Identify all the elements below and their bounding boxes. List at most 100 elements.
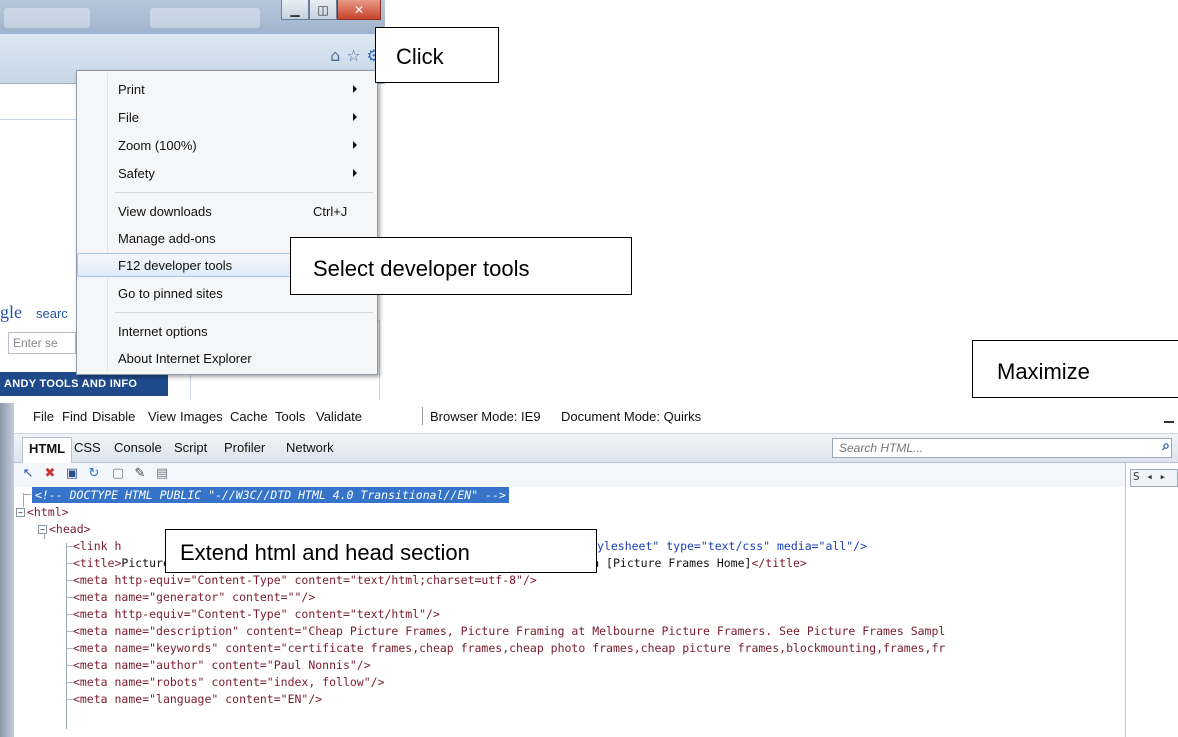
menu-item-label: Go to pinned sites	[118, 286, 223, 301]
tree-node-html[interactable]: − <html>	[16, 504, 69, 520]
search-link[interactable]: searc	[36, 306, 68, 321]
tree-node-meta[interactable]: —<meta http-equiv="Content-Type" content…	[66, 572, 537, 588]
devtools-left-edge	[0, 403, 14, 737]
developer-tools-panel: File Find Disable View Images Cache Tool…	[0, 403, 1178, 737]
search-icon[interactable]: ⌕	[1162, 438, 1170, 454]
handy-tools-bar[interactable]: ANDY TOOLS AND INFO	[0, 372, 168, 396]
tree-guide	[23, 494, 31, 495]
search-input[interactable]: Enter se	[8, 332, 76, 354]
minimize-icon: ▁	[290, 2, 300, 17]
tab-html[interactable]: HTML	[22, 437, 73, 463]
browser-mode-menu[interactable]: Browser Mode: IE9	[430, 409, 541, 424]
tab-blurred-2[interactable]	[150, 8, 260, 28]
menu-item-label: Print	[118, 82, 145, 97]
menu-validate[interactable]: Validate	[316, 409, 362, 424]
favorites-star-icon[interactable]: ☆	[346, 46, 360, 65]
style-panel: S ◂ ▸	[1125, 463, 1178, 737]
word-wrap-icon[interactable]: ▢	[110, 466, 126, 482]
menu-cache[interactable]: Cache	[230, 409, 268, 424]
save-icon[interactable]: ▣	[64, 466, 80, 482]
close-button[interactable]: ✕	[337, 0, 381, 20]
shortcut-label: Ctrl+J	[313, 204, 348, 219]
page-divider	[0, 119, 76, 120]
devtools-tabs: HTML CSS Console Script Profiler Network…	[14, 433, 1178, 463]
annotation-click: Click	[375, 27, 499, 83]
menu-item-internet-options[interactable]: Internet options	[77, 319, 377, 343]
submenu-arrow-icon	[353, 141, 357, 149]
tab-script[interactable]: Script	[174, 440, 207, 455]
devtools-minimize-icon[interactable]	[1164, 415, 1174, 423]
close-icon: ✕	[353, 2, 365, 17]
annotation-maximize: Maximize	[972, 340, 1178, 398]
web-page-background: gle searc Enter se ANDY TOOLS AND INFO	[0, 84, 168, 400]
title-bar: ▁ ◫ ✕	[0, 0, 385, 34]
tab-network[interactable]: Network	[286, 440, 334, 455]
menu-images[interactable]: Images	[180, 409, 223, 424]
tree-node-meta[interactable]: —<meta http-equiv="Content-Type" content…	[66, 606, 440, 622]
html-tree: <!-- DOCTYPE HTML PUBLIC "-//W3C//DTD HT…	[14, 487, 1124, 737]
menu-item-label: Zoom (100%)	[118, 138, 197, 153]
menu-item-safety[interactable]: Safety	[77, 161, 377, 185]
select-element-icon[interactable]: ↖	[20, 466, 36, 482]
google-logo-text: gle	[0, 302, 22, 322]
submenu-arrow-icon	[353, 113, 357, 121]
document-mode-menu[interactable]: Document Mode: Quirks	[561, 409, 701, 424]
devtools-toolbar: ↖ ✖ ▣ ↻ ▢ ✎ ▤	[14, 463, 1134, 487]
submenu-arrow-icon	[353, 85, 357, 93]
tree-node-head[interactable]: − <head>	[38, 521, 91, 537]
menu-item-label: Internet options	[118, 324, 208, 339]
tree-node-meta[interactable]: —<meta name="generator" content=""/>	[66, 589, 315, 605]
menu-item-about-ie[interactable]: About Internet Explorer	[77, 346, 377, 370]
collapse-toggle-icon[interactable]: −	[38, 525, 47, 534]
menu-separator	[115, 312, 373, 313]
menu-item-print[interactable]: Print	[77, 77, 377, 101]
collapse-toggle-icon[interactable]: −	[16, 508, 25, 517]
tab-css[interactable]: CSS	[74, 440, 101, 455]
outline-icon[interactable]: ▤	[154, 466, 170, 482]
restore-icon: ◫	[317, 2, 329, 17]
menu-item-label: Safety	[118, 166, 155, 181]
menu-file[interactable]: File	[33, 409, 54, 424]
tree-node-meta[interactable]: —<meta name="description" content="Cheap…	[66, 623, 945, 639]
menu-divider	[422, 407, 423, 425]
search-html-input[interactable]: Search HTML...	[832, 438, 1172, 458]
minimize-button[interactable]: ▁	[281, 0, 309, 20]
menu-item-label: F12 developer tools	[118, 258, 233, 273]
menu-disable[interactable]: Disable	[92, 409, 135, 424]
tree-node-meta[interactable]: —<meta name="keywords" content="certific…	[66, 640, 945, 656]
tab-profiler[interactable]: Profiler	[224, 440, 265, 455]
edit-icon[interactable]: ✎	[132, 466, 148, 482]
tree-node-doctype[interactable]: <!-- DOCTYPE HTML PUBLIC "-//W3C//DTD HT…	[32, 487, 509, 503]
annotation-extend-html-head: Extend html and head section	[165, 529, 597, 573]
menu-item-zoom[interactable]: Zoom (100%)	[77, 133, 377, 157]
window-controls: ▁ ◫ ✕	[281, 0, 381, 26]
menu-item-label: View downloads	[118, 204, 212, 219]
tree-node-meta[interactable]: —<meta name="author" content="Paul Nonni…	[66, 657, 371, 673]
menu-item-label: File	[118, 110, 139, 125]
menu-item-view-downloads[interactable]: View downloads Ctrl+J	[77, 199, 377, 223]
restore-button[interactable]: ◫	[309, 0, 337, 20]
menu-item-label: About Internet Explorer	[118, 351, 252, 366]
menu-find[interactable]: Find	[62, 409, 87, 424]
toolbar-icons: ⌂ ☆ ⚙	[330, 46, 381, 65]
home-icon[interactable]: ⌂	[330, 46, 340, 65]
menu-item-label: Manage add-ons	[118, 231, 216, 246]
tools-context-menu: Print File Zoom (100%) Safety View downl…	[76, 70, 378, 375]
tree-node-link-tail[interactable]: ylesheet" type="text/css" media="all"/>	[597, 538, 867, 554]
refresh-icon[interactable]: ↻	[86, 466, 102, 482]
tab-blurred[interactable]	[4, 8, 90, 28]
screenshot-stage: ▁ ◫ ✕ ⌂ ☆ ⚙ gle searc Enter se ANDY TOOL…	[0, 0, 1178, 737]
tree-node-link[interactable]: —<link h	[66, 538, 121, 554]
menu-item-file[interactable]: File	[77, 105, 377, 129]
menu-view[interactable]: View	[148, 409, 176, 424]
style-panel-dropdown[interactable]: S ◂ ▸	[1130, 469, 1178, 487]
clear-browser-cache-icon[interactable]: ✖	[42, 466, 58, 482]
tree-node-meta[interactable]: —<meta name="language" content="EN"/>	[66, 691, 322, 707]
tab-console[interactable]: Console	[114, 440, 162, 455]
menu-tools[interactable]: Tools	[275, 409, 305, 424]
style-panel-label: S	[1133, 470, 1140, 483]
annotation-select-developer-tools: Select developer tools	[290, 237, 632, 295]
tree-node-meta[interactable]: —<meta name="robots" content="index, fol…	[66, 674, 385, 690]
submenu-arrow-icon	[353, 169, 357, 177]
menu-separator	[115, 192, 373, 193]
